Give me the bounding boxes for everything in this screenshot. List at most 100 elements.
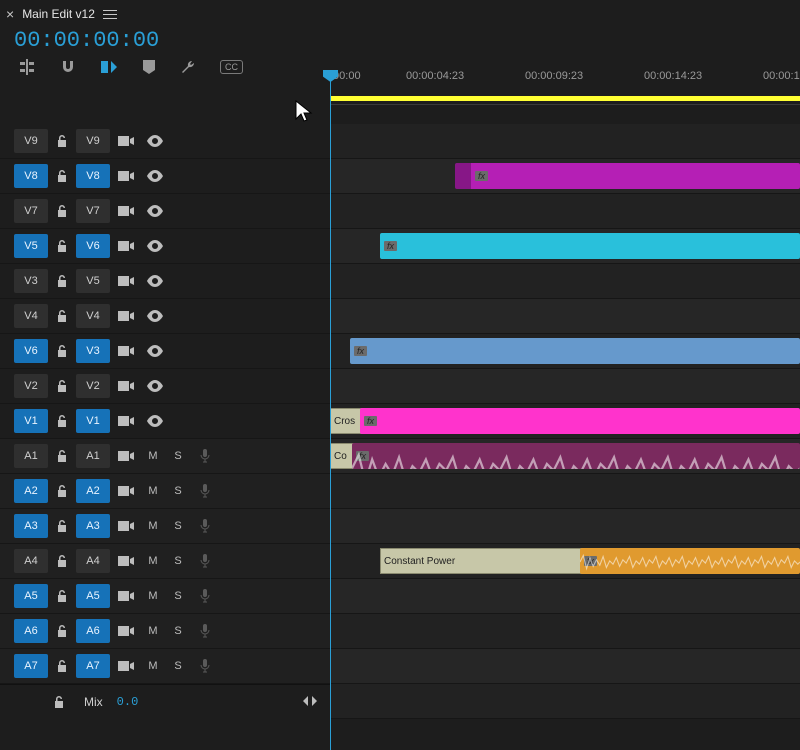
time-ruler[interactable]: :00:00 00:00:04:23 00:00:09:23 00:00:14:… <box>330 70 800 105</box>
audio-track-header[interactable]: A6 A6 M S <box>0 614 330 649</box>
eye-icon[interactable] <box>142 205 168 217</box>
solo-button[interactable]: S <box>167 516 189 536</box>
source-patch[interactable]: A7 <box>14 654 48 678</box>
lock-icon[interactable] <box>51 309 73 323</box>
video-lane[interactable] <box>330 264 800 299</box>
source-patch[interactable]: V3 <box>14 269 48 293</box>
track-target[interactable]: V9 <box>76 129 110 153</box>
sync-lock-icon[interactable] <box>113 450 139 462</box>
sync-lock-icon[interactable] <box>113 240 139 252</box>
video-track-header[interactable]: V4 V4 <box>0 299 330 334</box>
mic-icon[interactable] <box>192 624 218 638</box>
mic-icon[interactable] <box>192 484 218 498</box>
source-patch[interactable]: V8 <box>14 164 48 188</box>
mute-button[interactable]: M <box>142 446 164 466</box>
audio-lane[interactable] <box>330 579 800 614</box>
lock-icon[interactable] <box>51 484 73 498</box>
video-lane[interactable]: fx <box>330 334 800 369</box>
track-target[interactable]: V7 <box>76 199 110 223</box>
audio-track-header[interactable]: A3 A3 M S <box>0 509 330 544</box>
solo-button[interactable]: S <box>167 481 189 501</box>
video-track-header[interactable]: V1 V1 <box>0 404 330 439</box>
solo-button[interactable]: S <box>167 446 189 466</box>
mic-icon[interactable] <box>192 554 218 568</box>
source-patch[interactable]: A4 <box>14 549 48 573</box>
video-lane[interactable]: fx <box>330 159 800 194</box>
snap-icon[interactable] <box>60 59 76 75</box>
audio-track-header[interactable]: A5 A5 M S <box>0 579 330 614</box>
video-clip[interactable]: fx <box>360 408 800 434</box>
mute-button[interactable]: M <box>142 516 164 536</box>
source-patch[interactable]: V6 <box>14 339 48 363</box>
lock-icon[interactable] <box>51 414 73 428</box>
audio-track-header[interactable]: A4 A4 M S <box>0 544 330 579</box>
mic-icon[interactable] <box>192 449 218 463</box>
audio-track-header[interactable]: A7 A7 M S <box>0 649 330 684</box>
mute-button[interactable]: M <box>142 621 164 641</box>
video-lane[interactable] <box>330 124 800 159</box>
eye-icon[interactable] <box>142 170 168 182</box>
captions-icon[interactable]: CC <box>220 60 243 74</box>
track-target[interactable]: V3 <box>76 339 110 363</box>
video-track-header[interactable]: V2 V2 <box>0 369 330 404</box>
source-patch[interactable]: A3 <box>14 514 48 538</box>
panel-menu-icon[interactable] <box>103 10 117 19</box>
video-lane[interactable] <box>330 369 800 404</box>
sync-lock-icon[interactable] <box>113 590 139 602</box>
eye-icon[interactable] <box>142 135 168 147</box>
sync-lock-icon[interactable] <box>113 310 139 322</box>
close-icon[interactable]: × <box>6 6 14 22</box>
solo-button[interactable]: S <box>167 551 189 571</box>
sync-lock-icon[interactable] <box>113 170 139 182</box>
wrench-icon[interactable] <box>180 59 196 75</box>
track-target[interactable]: V6 <box>76 234 110 258</box>
sync-lock-icon[interactable] <box>113 275 139 287</box>
track-target[interactable]: A6 <box>76 619 110 643</box>
source-patch[interactable]: V5 <box>14 234 48 258</box>
audio-lane[interactable]: Constant Power fx <box>330 544 800 579</box>
track-target[interactable]: A7 <box>76 654 110 678</box>
source-patch[interactable]: A2 <box>14 479 48 503</box>
video-lane[interactable] <box>330 194 800 229</box>
lock-icon[interactable] <box>48 695 70 709</box>
track-target[interactable]: V1 <box>76 409 110 433</box>
audio-lane[interactable] <box>330 509 800 544</box>
source-patch[interactable]: V2 <box>14 374 48 398</box>
sync-lock-icon[interactable] <box>113 345 139 357</box>
sync-lock-icon[interactable] <box>113 625 139 637</box>
lock-icon[interactable] <box>51 659 73 673</box>
track-target[interactable]: A5 <box>76 584 110 608</box>
eye-icon[interactable] <box>142 240 168 252</box>
audio-clip[interactable]: fx <box>580 548 800 574</box>
lock-icon[interactable] <box>51 589 73 603</box>
solo-button[interactable]: S <box>167 621 189 641</box>
track-target[interactable]: V4 <box>76 304 110 328</box>
mix-track-header[interactable]: Mix 0.0 <box>0 684 330 719</box>
mic-icon[interactable] <box>192 519 218 533</box>
lock-icon[interactable] <box>51 239 73 253</box>
track-target[interactable]: A1 <box>76 444 110 468</box>
sync-lock-icon[interactable] <box>113 380 139 392</box>
lock-icon[interactable] <box>51 449 73 463</box>
track-target[interactable]: A4 <box>76 549 110 573</box>
sync-lock-icon[interactable] <box>113 555 139 567</box>
source-patch[interactable]: V1 <box>14 409 48 433</box>
mix-lane[interactable] <box>330 684 800 719</box>
audio-track-header[interactable]: A2 A2 M S <box>0 474 330 509</box>
video-track-header[interactable]: V3 V5 <box>0 264 330 299</box>
solo-button[interactable]: S <box>167 656 189 676</box>
track-target[interactable]: A2 <box>76 479 110 503</box>
mute-button[interactable]: M <box>142 586 164 606</box>
mic-icon[interactable] <box>192 659 218 673</box>
audio-lane[interactable]: Co fx <box>330 439 800 474</box>
lock-icon[interactable] <box>51 204 73 218</box>
video-track-header[interactable]: V6 V3 <box>0 334 330 369</box>
expand-icon[interactable] <box>302 695 318 710</box>
lock-icon[interactable] <box>51 344 73 358</box>
video-track-header[interactable]: V9 V9 <box>0 124 330 159</box>
playhead[interactable] <box>330 70 331 750</box>
video-lane[interactable]: fx <box>330 229 800 264</box>
source-patch[interactable]: A5 <box>14 584 48 608</box>
audio-lane[interactable] <box>330 614 800 649</box>
sync-lock-icon[interactable] <box>113 135 139 147</box>
